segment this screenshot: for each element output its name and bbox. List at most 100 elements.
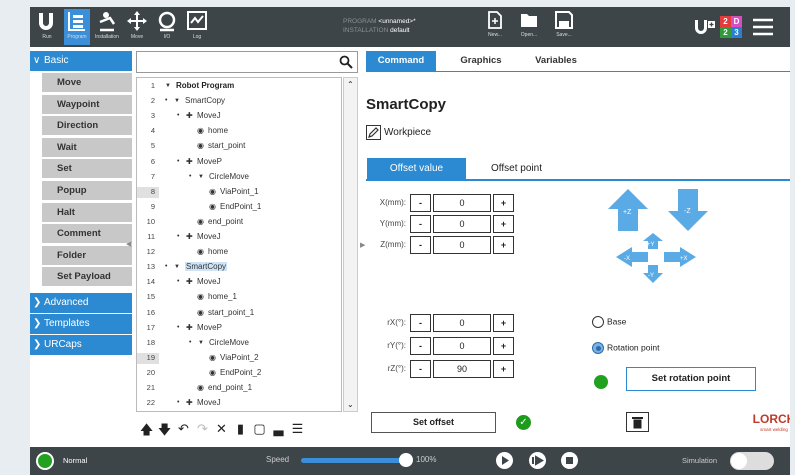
ur-plus-icon[interactable] xyxy=(694,19,716,35)
x-minus-button[interactable]: - xyxy=(410,194,431,212)
tree-row[interactable]: 4 ◉ home xyxy=(137,126,341,137)
command-move[interactable]: Move xyxy=(42,73,132,92)
workpiece-button[interactable]: Workpiece xyxy=(366,125,431,140)
nav-move[interactable]: Move xyxy=(124,9,150,45)
nav-io[interactable]: I/O xyxy=(154,9,180,45)
tree-row[interactable]: 12 ◉ home xyxy=(137,247,341,258)
tree-row[interactable]: 15 ◉ home_1 xyxy=(137,292,341,303)
z-value-input[interactable]: 0 xyxy=(433,236,491,254)
tree-row[interactable]: 9 ◉ EndPoint_1 xyxy=(137,202,341,213)
radio-rotation-point[interactable]: Rotation point xyxy=(592,342,659,354)
x-value-input[interactable]: 0 xyxy=(433,194,491,212)
category-templates[interactable]: ❯ Templates xyxy=(30,314,132,334)
nav-log[interactable]: Log xyxy=(184,9,210,45)
set-offset-button[interactable]: Set offset xyxy=(371,412,496,433)
node-pin-icon[interactable]: • xyxy=(177,398,179,409)
minus-y-arrow-icon[interactable]: -Y xyxy=(643,265,663,283)
node-pin-icon[interactable]: • xyxy=(189,172,191,183)
y-plus-button[interactable]: + xyxy=(493,215,514,233)
paste-icon[interactable]: ▢ xyxy=(251,421,268,437)
tree-row[interactable]: 8 ◉ ViaPoint_1 xyxy=(137,186,341,198)
tree-row[interactable]: 14 • ✚ MoveJ xyxy=(137,277,341,288)
new-button[interactable]: New... xyxy=(482,11,508,38)
tab-command[interactable]: Command xyxy=(366,51,436,71)
speed-slider-handle[interactable] xyxy=(399,453,413,467)
scroll-up-icon[interactable]: ⌃ xyxy=(347,80,354,89)
stop-button[interactable] xyxy=(561,452,578,469)
nav-program[interactable]: Program xyxy=(64,9,90,45)
minus-z-arrow-icon[interactable]: -Z xyxy=(668,189,708,231)
search-icon[interactable] xyxy=(339,55,353,69)
z-minus-button[interactable]: - xyxy=(410,236,431,254)
program-tree[interactable]: 1 ▼ Robot Program 2 • ▼ SmartCopy 3 • ✚ MoveJ 4 ◉ hom… xyxy=(136,77,342,412)
node-pin-icon[interactable]: • xyxy=(177,232,179,243)
minus-x-arrow-icon[interactable]: -X xyxy=(616,247,648,267)
node-pin-icon[interactable]: • xyxy=(165,262,167,273)
delete-offset-button[interactable] xyxy=(626,412,649,432)
nav-run[interactable]: Run xyxy=(34,9,60,45)
tree-row[interactable]: 21 ◉ end_point_1 xyxy=(137,383,341,394)
nav-installation[interactable]: Installation xyxy=(94,9,120,45)
tree-row[interactable]: 17 • ✚ MoveP xyxy=(137,323,341,334)
rx-plus-button[interactable]: + xyxy=(493,314,514,332)
simulation-toggle[interactable] xyxy=(730,452,774,470)
tree-row[interactable]: 7 • ▼ CircleMove xyxy=(137,172,341,183)
move-up-icon[interactable]: 🡅 xyxy=(138,421,155,443)
suppress-icon[interactable]: ☰ xyxy=(289,421,306,437)
tree-row[interactable]: 2 • ▼ SmartCopy xyxy=(137,96,341,107)
command-direction[interactable]: Direction xyxy=(42,116,132,136)
plus-x-arrow-icon[interactable]: +X xyxy=(664,247,696,267)
delete-icon[interactable]: ▃ xyxy=(270,421,287,437)
command-waypoint[interactable]: Waypoint xyxy=(42,94,132,114)
plus-z-arrow-icon[interactable]: +Z xyxy=(608,189,648,231)
ry-plus-button[interactable]: + xyxy=(493,337,514,355)
rz-value-input[interactable]: 90 xyxy=(433,360,491,378)
rx-value-input[interactable]: 0 xyxy=(433,314,491,332)
radio-base[interactable]: Base xyxy=(592,316,626,328)
tree-row[interactable]: 13 • ▼ SmartCopy xyxy=(137,262,341,273)
tree-scrollbar[interactable]: ⌃ ⌄ xyxy=(343,77,358,412)
ry-value-input[interactable]: 0 xyxy=(433,337,491,355)
category-basic[interactable]: ∨ Basic xyxy=(30,51,132,71)
command-wait[interactable]: Wait xyxy=(42,137,132,157)
rx-minus-button[interactable]: - xyxy=(410,314,431,332)
copy-icon[interactable]: ▮ xyxy=(232,421,249,437)
tree-row[interactable]: 5 ◉ start_point xyxy=(137,141,341,152)
node-pin-icon[interactable]: • xyxy=(177,157,179,168)
tree-row[interactable]: 18 • ▼ CircleMove xyxy=(137,338,341,349)
speed-slider-track[interactable] xyxy=(301,458,405,463)
collapse-arrow-icon[interactable]: ▶ xyxy=(360,241,365,249)
tree-row[interactable]: 10 ◉ end_point xyxy=(137,217,341,228)
tree-search-input[interactable] xyxy=(136,51,358,73)
y-minus-button[interactable]: - xyxy=(410,215,431,233)
node-pin-icon[interactable]: • xyxy=(189,338,191,349)
command-set-payload[interactable]: Set Payload xyxy=(42,267,132,287)
scroll-down-icon[interactable]: ⌄ xyxy=(347,400,354,409)
status-counter-badge[interactable]: 2 D 2 3 xyxy=(720,16,742,38)
step-button[interactable] xyxy=(529,452,546,469)
undo-icon[interactable]: ↶ xyxy=(175,421,192,437)
node-pin-icon[interactable]: • xyxy=(165,96,167,107)
cut-icon[interactable]: ✕ xyxy=(213,421,230,437)
command-folder[interactable]: Folder xyxy=(42,245,132,265)
command-set[interactable]: Set xyxy=(42,159,132,179)
redo-icon[interactable]: ↷ xyxy=(194,421,211,437)
tree-row[interactable]: 11 • ✚ MoveJ xyxy=(137,232,341,243)
radio-base-circle[interactable] xyxy=(592,316,604,328)
save-button[interactable]: Save... xyxy=(551,11,577,38)
radio-rotation-point-circle[interactable] xyxy=(592,342,604,354)
y-value-input[interactable]: 0 xyxy=(433,215,491,233)
tree-row[interactable]: 16 ◉ start_point_1 xyxy=(137,308,341,319)
command-halt[interactable]: Halt xyxy=(42,202,132,222)
category-urcaps[interactable]: ❯ URCaps xyxy=(30,335,132,355)
rz-minus-button[interactable]: - xyxy=(410,360,431,378)
tab-graphics[interactable]: Graphics xyxy=(446,51,516,71)
rz-plus-button[interactable]: + xyxy=(493,360,514,378)
hamburger-menu-icon[interactable] xyxy=(752,18,774,36)
play-button[interactable] xyxy=(496,452,513,469)
open-button[interactable]: Open... xyxy=(516,11,542,38)
command-popup[interactable]: Popup xyxy=(42,180,132,200)
set-rotation-point-button[interactable]: Set rotation point xyxy=(626,367,756,391)
x-plus-button[interactable]: + xyxy=(493,194,514,212)
node-pin-icon[interactable]: • xyxy=(177,323,179,334)
